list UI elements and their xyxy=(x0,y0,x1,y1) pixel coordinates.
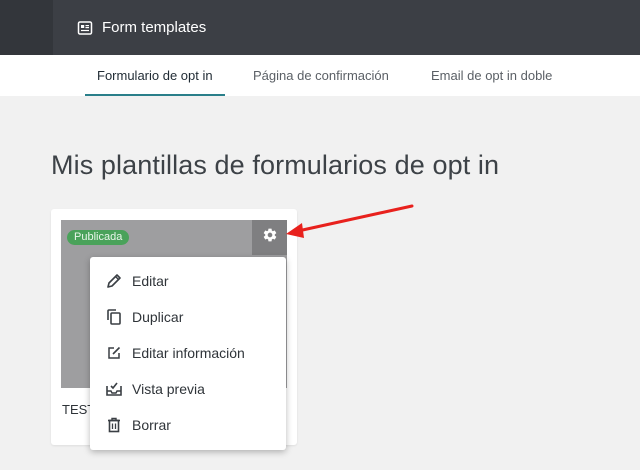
settings-button[interactable] xyxy=(252,220,287,255)
sidebar-toggle-area[interactable] xyxy=(0,0,53,55)
tab-bar: Formulario de opt in Página de confirmac… xyxy=(0,55,640,96)
menu-item-borrar[interactable]: Borrar xyxy=(90,407,286,443)
menu-item-editar[interactable]: Editar xyxy=(90,263,286,299)
tab-formulario-opt-in[interactable]: Formulario de opt in xyxy=(85,55,225,96)
edit-info-icon xyxy=(105,344,123,362)
copy-icon xyxy=(105,308,123,326)
tab-pagina-confirmacion[interactable]: Página de confirmación xyxy=(253,55,389,96)
menu-item-label: Editar información xyxy=(132,345,245,361)
menu-item-label: Duplicar xyxy=(132,309,184,325)
menu-item-label: Editar xyxy=(132,273,169,289)
menu-item-label: Vista previa xyxy=(132,381,205,397)
menu-item-editar-informacion[interactable]: Editar información xyxy=(90,335,286,371)
menu-item-label: Borrar xyxy=(132,417,171,433)
page-title: Mis plantillas de formularios de opt in xyxy=(51,150,500,180)
app-title-text: Form templates xyxy=(102,19,207,36)
pencil-icon xyxy=(105,272,123,290)
form-template-icon xyxy=(77,20,93,36)
app-title: Form templates xyxy=(77,0,206,55)
tab-email-opt-in-doble[interactable]: Email de opt in doble xyxy=(431,55,552,96)
gear-icon xyxy=(262,227,278,248)
top-bar: Form templates xyxy=(0,0,640,55)
template-actions-menu: Editar Duplicar Editar información Vista… xyxy=(90,257,286,450)
preview-icon xyxy=(105,380,123,398)
menu-item-duplicar[interactable]: Duplicar xyxy=(90,299,286,335)
status-badge: Publicada xyxy=(67,230,130,245)
menu-item-vista-previa[interactable]: Vista previa xyxy=(90,371,286,407)
trash-icon xyxy=(105,416,123,434)
